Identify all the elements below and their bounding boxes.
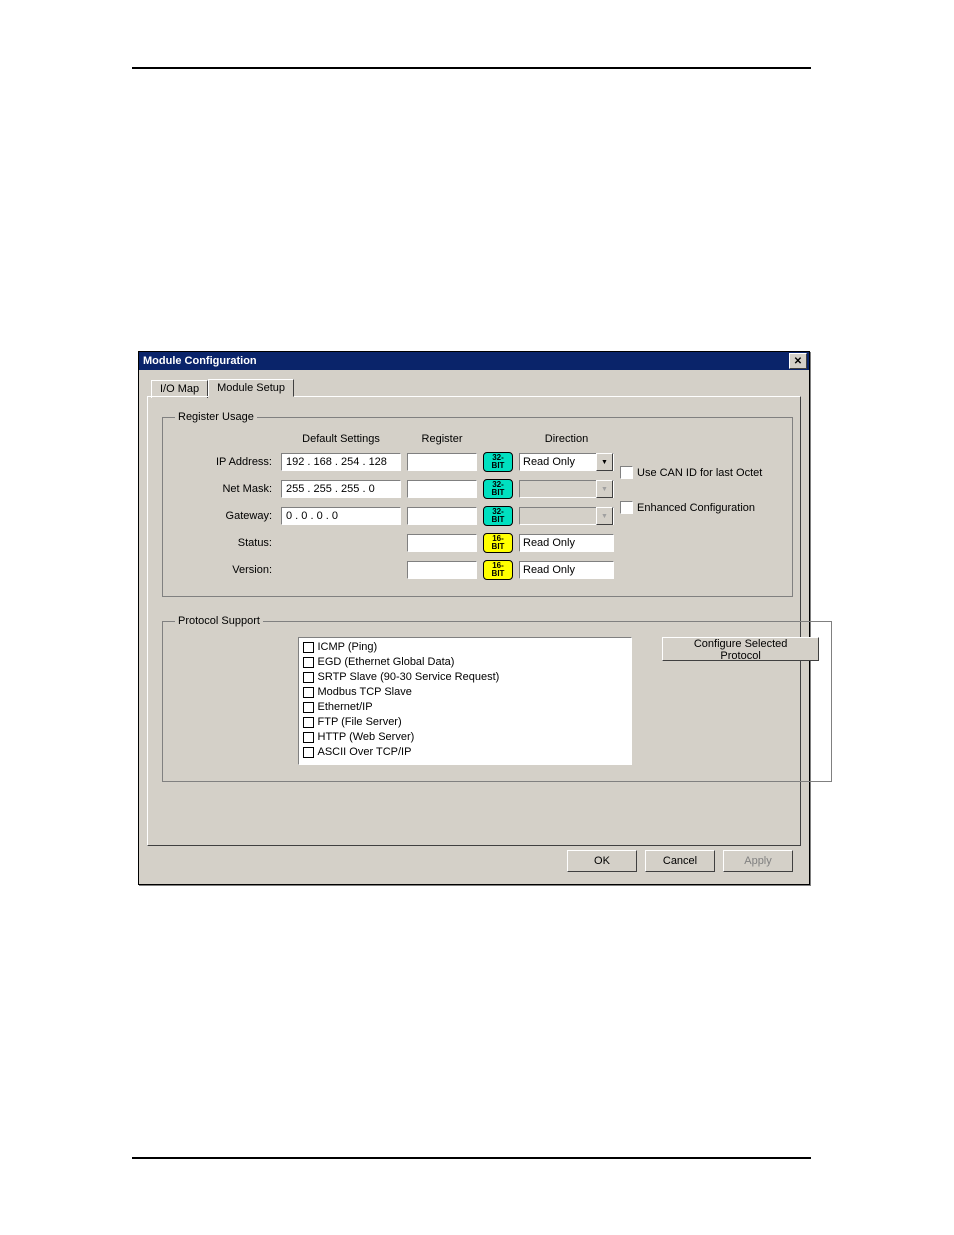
register-usage-legend: Register Usage (175, 411, 257, 423)
tab-panel: Register Usage Default Settings Register… (147, 396, 801, 846)
status-direction-value: Read Only (523, 537, 575, 549)
register-usage-group: Register Usage Default Settings Register… (162, 411, 793, 597)
gateway-register-input[interactable] (407, 507, 477, 525)
label-ip-address: IP Address: (175, 456, 275, 468)
protocol-item-modbus[interactable]: Modbus TCP Slave (303, 685, 628, 700)
module-configuration-dialog: Module Configuration ✕ I/O Map Module Se… (138, 351, 810, 885)
protocol-item-ascii[interactable]: ASCII Over TCP/IP (303, 745, 628, 760)
page-rule-bottom (132, 1157, 811, 1159)
tabs: I/O Map Module Setup (151, 378, 801, 396)
gateway-direction-dropdown: ▼ (519, 507, 614, 525)
status-register-input[interactable] (407, 534, 477, 552)
label-version: Version: (175, 564, 275, 576)
checkbox-icon (303, 642, 314, 653)
checkbox-icon (303, 732, 314, 743)
dropdown-arrow-icon: ▼ (596, 507, 613, 525)
protocol-list[interactable]: ICMP (Ping) EGD (Ethernet Global Data) S… (298, 637, 633, 765)
right-options: Use CAN ID for last Octet Enhanced Confi… (620, 466, 780, 514)
checkbox-icon (303, 747, 314, 758)
mask-bits-badge: 32-BIT (483, 479, 513, 499)
status-bits-badge: 16-BIT (483, 533, 513, 553)
tab-module-setup[interactable]: Module Setup (208, 379, 294, 397)
dropdown-arrow-icon: ▼ (596, 480, 613, 498)
checkbox-icon (303, 717, 314, 728)
gateway-field[interactable]: 0 . 0 . 0 . 0 (281, 507, 401, 525)
dialog-title: Module Configuration (143, 355, 257, 367)
apply-button: Apply (723, 850, 793, 872)
protocol-item-ftp[interactable]: FTP (File Server) (303, 715, 628, 730)
version-direction-value: Read Only (523, 564, 575, 576)
protocol-item-ethernetip[interactable]: Ethernet/IP (303, 700, 628, 715)
checkbox-icon (303, 672, 314, 683)
label-status: Status: (175, 537, 275, 549)
ip-address-field[interactable]: 192 . 168 . 254 . 128 (281, 453, 401, 471)
protocol-support-legend: Protocol Support (175, 615, 263, 627)
checkbox-icon (620, 466, 633, 479)
titlebar: Module Configuration ✕ (139, 352, 809, 370)
close-button[interactable]: ✕ (789, 353, 807, 369)
checkbox-icon (303, 702, 314, 713)
label-net-mask: Net Mask: (175, 483, 275, 495)
enhanced-label: Enhanced Configuration (637, 502, 755, 514)
header-direction: Direction (519, 433, 614, 445)
protocol-item-http[interactable]: HTTP (Web Server) (303, 730, 628, 745)
version-bits-badge: 16-BIT (483, 560, 513, 580)
configure-selected-protocol-button[interactable]: Configure Selected Protocol (662, 637, 819, 661)
protocol-item-srtp[interactable]: SRTP Slave (90-30 Service Request) (303, 670, 628, 685)
protocol-item-icmp[interactable]: ICMP (Ping) (303, 640, 628, 655)
mask-direction-dropdown: ▼ (519, 480, 614, 498)
ip-direction-dropdown[interactable]: Read Only ▼ (519, 453, 614, 471)
ip-register-input[interactable] (407, 453, 477, 471)
mask-register-input[interactable] (407, 480, 477, 498)
cancel-button[interactable]: Cancel (645, 850, 715, 872)
register-table: Default Settings Register Direction IP A… (175, 433, 780, 580)
label-gateway: Gateway: (175, 510, 275, 522)
use-can-label: Use CAN ID for last Octet (637, 467, 762, 479)
checkbox-icon (303, 657, 314, 668)
protocol-item-egd[interactable]: EGD (Ethernet Global Data) (303, 655, 628, 670)
checkbox-icon (620, 501, 633, 514)
ok-button[interactable]: OK (567, 850, 637, 872)
header-default: Default Settings (281, 433, 401, 445)
checkbox-icon (303, 687, 314, 698)
enhanced-config-checkbox[interactable]: Enhanced Configuration (620, 501, 780, 514)
dialog-body: I/O Map Module Setup Register Usage Defa… (139, 370, 809, 884)
version-direction-field: Read Only (519, 561, 614, 579)
gateway-bits-badge: 32-BIT (483, 506, 513, 526)
dropdown-arrow-icon: ▼ (596, 453, 613, 471)
ip-direction-value: Read Only (523, 456, 575, 468)
ip-bits-badge: 32-BIT (483, 452, 513, 472)
use-can-id-checkbox[interactable]: Use CAN ID for last Octet (620, 466, 780, 479)
net-mask-field[interactable]: 255 . 255 . 255 . 0 (281, 480, 401, 498)
dialog-buttons: OK Cancel Apply (147, 846, 801, 872)
header-register: Register (407, 433, 477, 445)
protocol-support-group: Protocol Support ICMP (Ping) EGD (Ethern… (162, 615, 832, 782)
version-register-input[interactable] (407, 561, 477, 579)
status-direction-field: Read Only (519, 534, 614, 552)
page-rule-top (132, 67, 811, 69)
